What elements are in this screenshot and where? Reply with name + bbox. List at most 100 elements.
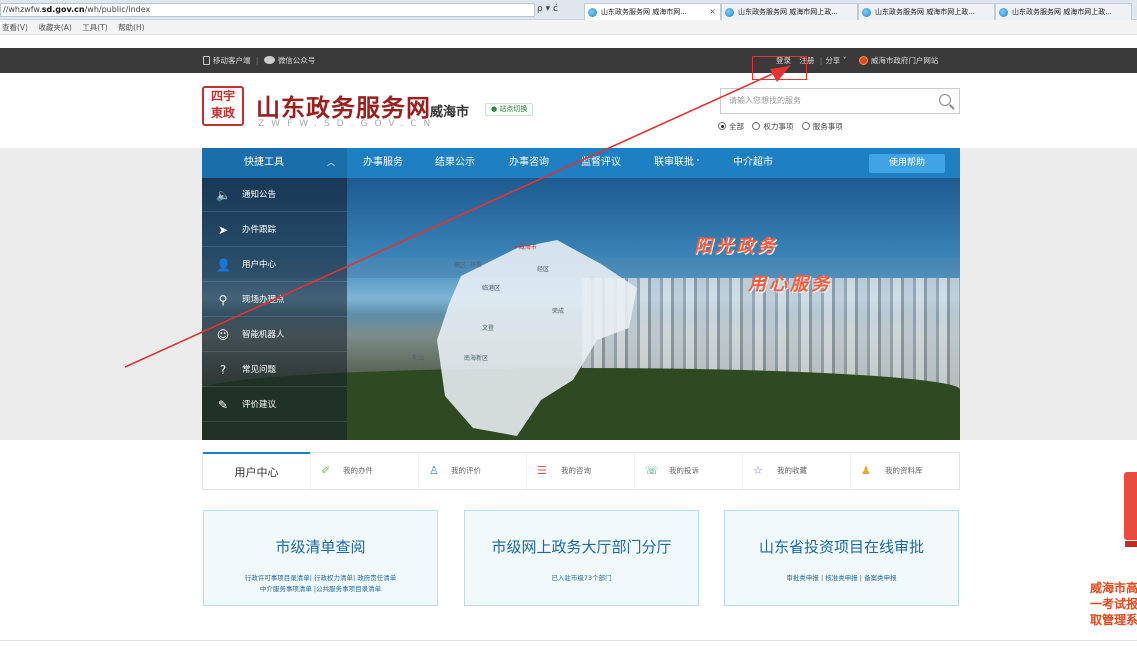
sidebar-item-feedback[interactable]: ✎ 评价建议 [202,388,347,422]
tab-my-complaints[interactable]: ☏ 我的投诉 [634,453,742,489]
card-title: 市级清单查阅 [275,538,366,556]
address-bar[interactable]: //whzwfw.sd.gov.cn/wh/public/index [0,3,535,17]
tab-my-reviews[interactable]: ♙ 我的评价 [418,453,526,489]
floating-side-button[interactable] [1124,472,1137,540]
browser-tab[interactable]: 山东政务服务网 威海市网上政... [858,3,995,20]
card-department-hall[interactable]: 市级网上政务大厅部门分厅 已入驻市级73个部门 [464,510,699,606]
tab-user-center[interactable]: 用户中心 [203,452,310,491]
share-link[interactable]: 分享 [825,56,840,65]
robot-icon: ☺ [216,328,230,342]
wechat-link[interactable]: 微信公众号 [278,56,316,65]
nav-item-affairs[interactable]: 办事服务 [363,148,403,178]
side-promo-banner[interactable]: 威海市高 一考试报 取管理系 [1090,580,1137,628]
map-label: 荣成 [552,308,565,315]
mobile-client-link[interactable]: 移动客户端 [213,56,251,65]
promo-line: 威海市高 [1090,581,1137,595]
card-sub-line[interactable]: 行政许可事项目录清单| 行政权力清单| 政府责任清单 [210,573,431,584]
question-icon: ? [219,363,227,377]
city-name: 威海市 [430,105,470,120]
tab-label: 我的收藏 [777,466,807,475]
profile-icon: ♟ [861,464,871,477]
scope-all-label: 全部 [729,122,744,131]
tab-title: 山东政务服务网 威海市网上政... [1012,8,1112,16]
tab-close-icon[interactable]: × [709,4,716,20]
tab-label: 我的资料库 [885,466,923,475]
map-city-label: 威海市 [518,244,537,251]
map-label: 经区 [537,266,550,273]
help-button[interactable]: 使用帮助 [869,154,945,173]
menu-tools[interactable]: 工具(T) [82,23,107,32]
nav-item-supervision[interactable]: 监督评议 [581,148,621,178]
card-title: 市级网上政务大厅部门分厅 [491,538,672,556]
sidebar-item-notice[interactable]: 🔈 通知公告 [202,178,347,212]
card-subtitle: 已入驻市级73个部门 [465,573,698,584]
main-nav: 快捷工具 ︿ 办事服务 结果公示 办事咨询 监督评议 联审联批 ˅ 中介超市 使用… [202,148,960,178]
sidebar-item-label: 智能机器人 [242,330,285,340]
quick-tools-sidebar: 🔈 通知公告 ➤ 办件跟踪 👤 用户中心 ⚲ 现场办理点 ☺ 智能机器人 ? 常见问题 ✎ 评… [202,178,347,440]
browser-tab[interactable]: 山东政务服务网 威海市网上政... [995,3,1132,20]
ie-favicon-icon [725,8,734,17]
seal-top-text: 四宇 [210,89,235,103]
browser-tab-active[interactable]: 山东政务服务网 威海市网... × [584,3,721,20]
send-icon: ➤ [217,223,229,237]
floating-side-tab[interactable] [1125,541,1137,547]
scope-service-radio[interactable] [801,122,810,130]
annotation-highlight-box [752,56,807,80]
search-icon[interactable] [939,94,951,106]
url-domain: sd.gov.cn [41,5,85,14]
sidebar-item-label: 办件跟踪 [242,225,277,235]
card-sub-line[interactable]: 审批类申报 | 核准类申报 | 备案类申报 [731,573,952,584]
scope-power-radio[interactable] [752,122,761,130]
menu-view[interactable]: 查看(V) [2,23,28,32]
nav-item-intermediary[interactable]: 中介超市 [733,148,773,178]
sidebar-item-user-center[interactable]: 👤 用户中心 [202,248,347,282]
seal-bottom-text: 東政 [210,106,235,120]
bulb-icon: ♙ [429,464,439,477]
url-path: /wh/public/index [84,5,151,14]
slogan-line1: 阳光政务 [694,236,778,257]
chevron-down-icon: ˅ [840,56,847,65]
tab-my-cases[interactable]: ✐ 我的办件 [310,453,418,489]
map-label: 临港区 [482,285,501,292]
gov-emblem-icon [858,56,868,65]
address-search-refresh[interactable]: ρ ▾ ć [537,4,558,14]
user-tabs: 用户中心 ✐ 我的办件 ♙ 我的评价 ☰ 我的咨询 ☏ 我的投诉 ☆ 我的收藏 ♟ 我的资料… [202,452,960,490]
tab-my-profile[interactable]: ♟ 我的资料库 [850,453,960,489]
sidebar-item-tracking[interactable]: ➤ 办件跟踪 [202,213,347,247]
tab-my-consults[interactable]: ☰ 我的咨询 [526,453,634,489]
sidebar-item-faq[interactable]: ? 常见问题 [202,353,347,387]
sidebar-item-robot[interactable]: ☺ 智能机器人 [202,318,347,352]
nav-item-joint-review[interactable]: 联审联批 ˅ [654,148,700,178]
search-input[interactable]: 请输入您想找的服务 [720,88,960,114]
menu-favorites[interactable]: 收藏夹(A) [38,23,71,32]
card-investment-approval[interactable]: 山东省投资项目在线审批 审批类申报 | 核准类申报 | 备案类申报 [724,510,959,606]
nav-item-results[interactable]: 结果公示 [435,148,475,178]
url-prefix: //whzwfw. [3,5,42,14]
quick-tools-toggle[interactable]: 快捷工具 ︿ [202,148,347,178]
location-pin-icon: ● [491,105,498,113]
gov-portal-link[interactable]: 威海市政府门户网站 [871,56,939,65]
tab-label: 我的评价 [451,466,481,475]
map-label: 南海新区 [464,355,489,362]
site-switch-button[interactable]: ● 站点切换 [485,103,534,116]
nav-item-joint-review-label: 联审联批 [654,157,694,168]
nav-item-consult[interactable]: 办事咨询 [509,148,549,178]
search-placeholder: 请输入您想找的服务 [729,96,801,105]
menu-help[interactable]: 帮助(H) [118,23,145,32]
site-title[interactable]: 山东政务服务网 [256,88,431,123]
tab-label: 我的投诉 [669,466,699,475]
browser-menubar: 查看(V) 收藏夹(A) 工具(T) 帮助(H) [0,20,1137,35]
card-sub-line: 已入驻市级73个部门 [551,574,612,582]
site-logo-seal[interactable]: 四宇 東政 [202,86,244,126]
card-sub-line[interactable]: 中介服务事项清单 |公共服务事项目录清单 [210,584,431,595]
browser-tab[interactable]: 山东政务服务网 威海市网上政... [721,3,858,20]
card-city-list[interactable]: 市级清单查阅 行政许可事项目录清单| 行政权力清单| 政府责任清单 中介服务事项清… [203,510,438,606]
tab-label: 我的咨询 [561,466,591,475]
star-icon: ☆ [753,464,763,477]
sidebar-item-onsite[interactable]: ⚲ 现场办理点 [202,283,347,317]
scope-power-label: 权力事项 [763,122,794,131]
speaker-icon: 🔈 [216,188,231,202]
map-label: 高区 [454,262,467,269]
tab-my-favorites[interactable]: ☆ 我的收藏 [742,453,850,489]
scope-all-radio[interactable] [718,122,726,130]
